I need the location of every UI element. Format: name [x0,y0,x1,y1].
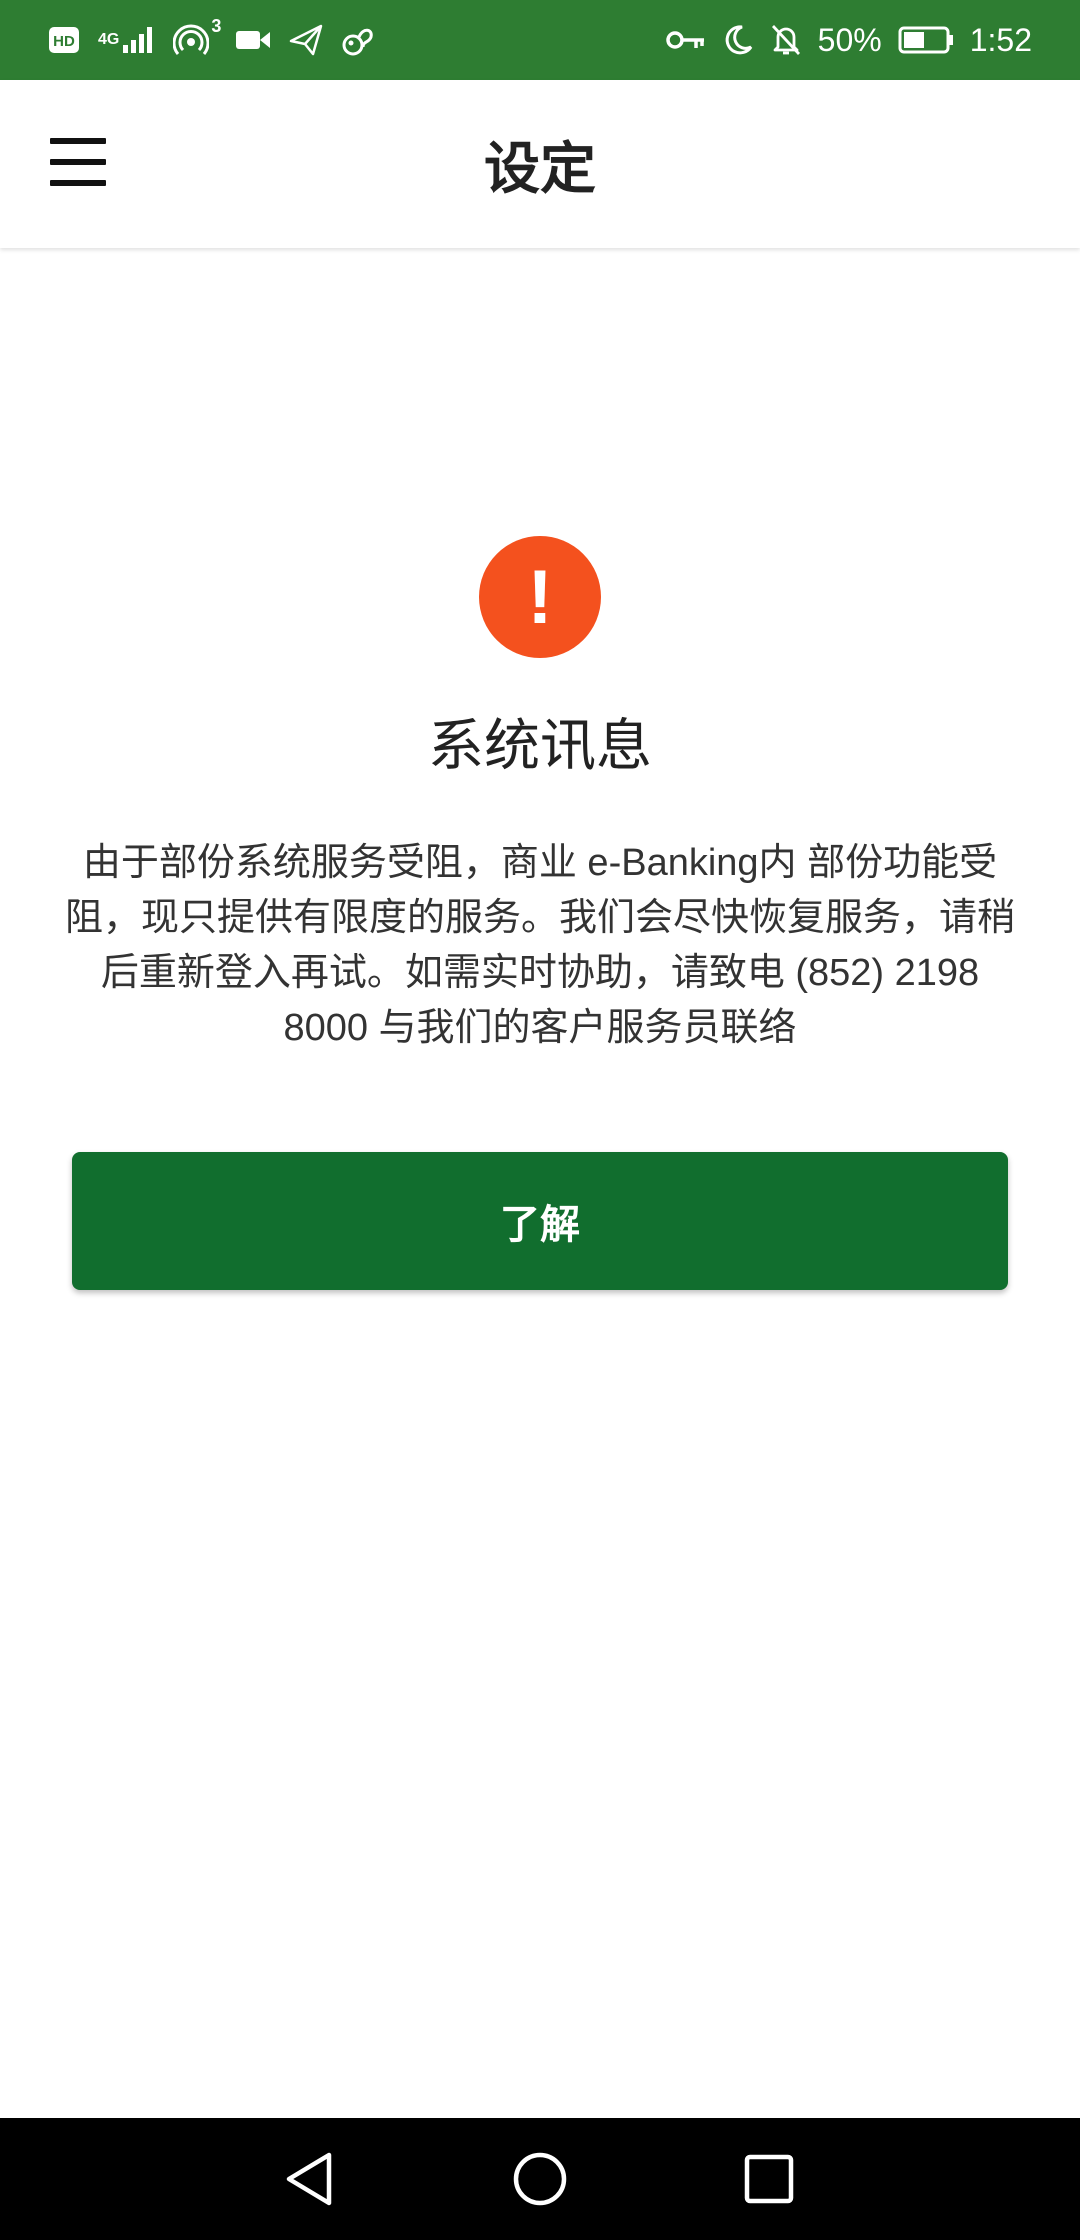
menu-line [50,138,106,144]
bell-off-icon [770,23,802,57]
hotspot-count: 3 [211,16,222,36]
app-bar: 设定 [0,80,1080,248]
message-body: 由于部份系统服务受阻，商业 e-Banking内 部份功能受阻，现只提供有限度的… [64,842,1015,1049]
clock: 1:52 [969,21,1032,58]
acknowledge-button[interactable]: 了解 [72,1152,1008,1290]
svg-text:HD: HD [53,33,75,50]
back-triangle-icon[interactable] [250,2118,370,2240]
key-icon [665,28,706,52]
recents-square-icon[interactable] [709,2118,829,2240]
status-right-icons: 50% 1:52 [665,0,1032,80]
hamburger-menu-icon[interactable] [50,138,110,186]
battery-icon [898,26,954,54]
menu-line [50,180,106,186]
hotspot-icon: 3 [173,16,221,58]
hd-icon: HD [48,26,80,54]
status-left-icons: HD 4G 3 [48,0,375,80]
signal-icon: 4G [98,25,155,55]
navigation-bar [0,2118,1080,2240]
video-icon [235,27,271,53]
status-bar: HD 4G 3 50% 1:52 [0,0,1080,80]
page-title: 设定 [484,136,596,200]
squirrel-icon [341,23,375,57]
message-title: 系统讯息 [428,714,652,777]
moon-icon [722,24,754,56]
menu-line [50,159,106,165]
paper-plane-icon [289,23,323,57]
alert-icon: ! [479,536,601,658]
home-circle-icon[interactable] [480,2118,600,2240]
network-type-label: 4G [98,31,120,48]
battery-percent: 50% [817,21,882,58]
